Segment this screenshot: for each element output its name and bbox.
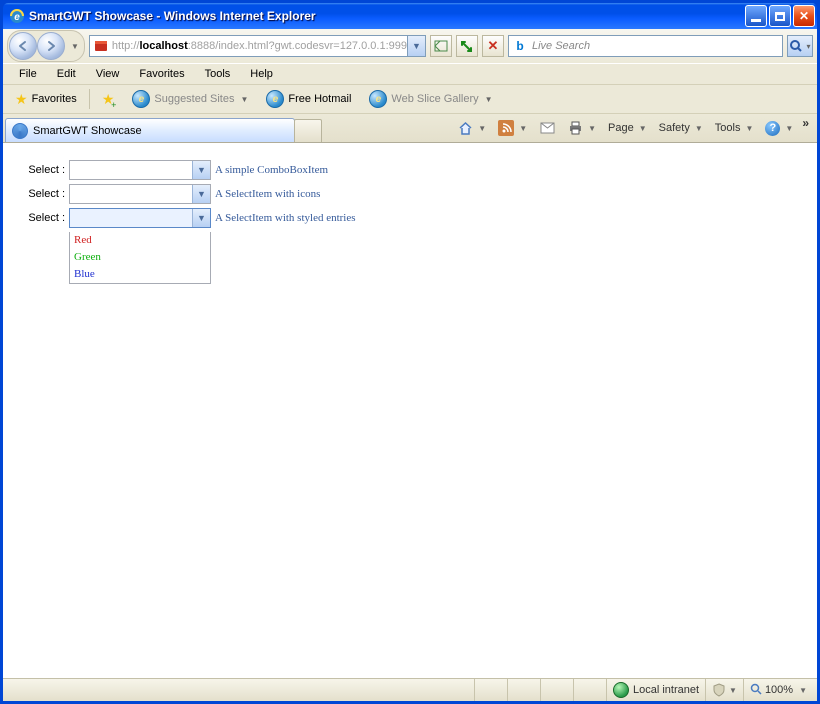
back-button[interactable] bbox=[9, 32, 37, 60]
close-button[interactable]: ✕ bbox=[793, 5, 815, 27]
globe-icon bbox=[613, 682, 629, 698]
menu-favorites[interactable]: Favorites bbox=[129, 66, 194, 82]
search-bar[interactable]: b Live Search bbox=[508, 35, 783, 57]
menu-bar: File Edit View Favorites Tools Help bbox=[3, 63, 817, 85]
option-green[interactable]: Green bbox=[70, 249, 210, 266]
status-bar: Local intranet ▼ 100% ▼ bbox=[3, 678, 817, 701]
select-2[interactable]: ▼ bbox=[69, 184, 211, 204]
nav-history-dropdown[interactable]: ▼ bbox=[67, 42, 83, 51]
field-label-3: Select : bbox=[15, 212, 69, 224]
magnifier-icon bbox=[750, 683, 762, 698]
stop-button[interactable]: ✕ bbox=[482, 35, 504, 57]
rss-icon bbox=[498, 120, 514, 136]
feeds-button[interactable]: ▼ bbox=[495, 120, 530, 136]
select-3[interactable]: ▼ bbox=[69, 208, 211, 228]
print-button[interactable]: ▼ bbox=[564, 120, 599, 136]
safety-menu[interactable]: Safety▼ bbox=[656, 122, 706, 134]
address-dropdown[interactable]: ▼ bbox=[407, 36, 425, 56]
field-desc-2: A SelectItem with icons bbox=[215, 188, 320, 200]
new-tab-button[interactable] bbox=[294, 119, 322, 142]
search-button[interactable]: ▾ bbox=[787, 35, 813, 57]
home-button[interactable]: ▼ bbox=[454, 120, 489, 136]
ie-page-icon: e bbox=[266, 90, 284, 108]
favorites-bar: ★ Favorites ★+ e Suggested Sites ▼ e Fre… bbox=[3, 85, 817, 114]
zoom-control[interactable]: 100% ▼ bbox=[743, 679, 813, 701]
print-icon bbox=[567, 120, 583, 136]
protected-mode-button[interactable]: ▼ bbox=[705, 679, 743, 701]
star-icon: ★ bbox=[15, 91, 28, 108]
add-favorite-button[interactable]: ★+ bbox=[96, 88, 121, 110]
chevron-down-icon: ▼ bbox=[192, 209, 210, 227]
refresh-button[interactable] bbox=[456, 35, 478, 57]
chevron-down-icon: ▼ bbox=[192, 161, 210, 179]
navigation-toolbar: ▼ http://localhost:8888/index.html?gwt.c… bbox=[3, 29, 817, 63]
combobox-1[interactable]: ▼ bbox=[69, 160, 211, 180]
security-zone[interactable]: Local intranet bbox=[606, 679, 705, 701]
browser-window: e SmartGWT Showcase - Windows Internet E… bbox=[0, 0, 820, 704]
search-placeholder: Live Search bbox=[531, 40, 782, 52]
tab-active[interactable]: SmartGWT Showcase bbox=[5, 118, 295, 142]
select-3-dropdown: Red Green Blue bbox=[69, 232, 211, 284]
field-label-2: Select : bbox=[15, 188, 69, 200]
toolbar-overflow[interactable]: » bbox=[802, 116, 809, 130]
help-button[interactable]: ?▼ bbox=[762, 121, 796, 136]
mail-icon bbox=[539, 120, 555, 136]
read-mail-button[interactable] bbox=[536, 120, 558, 136]
minimize-button[interactable] bbox=[745, 5, 767, 27]
title-bar: e SmartGWT Showcase - Windows Internet E… bbox=[3, 3, 817, 29]
field-label-1: Select : bbox=[15, 164, 69, 176]
address-text: http://localhost:8888/index.html?gwt.cod… bbox=[112, 40, 407, 52]
favorites-button[interactable]: ★ Favorites bbox=[9, 88, 83, 110]
ie-icon: e bbox=[9, 8, 25, 24]
forward-button[interactable] bbox=[37, 32, 65, 60]
field-desc-1: A simple ComboBoxItem bbox=[215, 164, 328, 176]
free-hotmail-link[interactable]: e Free Hotmail bbox=[260, 88, 357, 110]
tools-menu[interactable]: Tools▼ bbox=[712, 122, 757, 134]
shield-icon bbox=[712, 683, 726, 697]
ie-page-icon: e bbox=[369, 90, 387, 108]
maximize-button[interactable] bbox=[769, 5, 791, 27]
window-title: SmartGWT Showcase - Windows Internet Exp… bbox=[29, 9, 316, 23]
menu-help[interactable]: Help bbox=[240, 66, 283, 82]
menu-view[interactable]: View bbox=[86, 66, 130, 82]
page-content: Select : ▼ A simple ComboBoxItem Select … bbox=[3, 143, 817, 678]
site-icon bbox=[93, 38, 109, 54]
tab-title: SmartGWT Showcase bbox=[33, 125, 142, 137]
bing-icon: b bbox=[512, 38, 528, 54]
tab-bar: SmartGWT Showcase ▼ ▼ ▼ Page▼ Safety▼ To… bbox=[3, 114, 817, 143]
option-blue[interactable]: Blue bbox=[70, 266, 210, 283]
address-bar[interactable]: http://localhost:8888/index.html?gwt.cod… bbox=[89, 35, 426, 57]
home-icon bbox=[457, 120, 473, 136]
chevron-down-icon: ▼ bbox=[192, 185, 210, 203]
svg-text:e: e bbox=[14, 12, 20, 23]
menu-tools[interactable]: Tools bbox=[195, 66, 241, 82]
web-slice-gallery-link[interactable]: e Web Slice Gallery ▼ bbox=[363, 88, 498, 110]
compat-view-button[interactable] bbox=[430, 35, 452, 57]
help-icon: ? bbox=[765, 121, 780, 136]
star-add-icon: ★+ bbox=[102, 91, 115, 108]
option-red[interactable]: Red bbox=[70, 232, 210, 249]
ie-page-icon: e bbox=[132, 90, 150, 108]
suggested-sites-link[interactable]: e Suggested Sites ▼ bbox=[126, 88, 254, 110]
menu-edit[interactable]: Edit bbox=[47, 66, 86, 82]
page-menu[interactable]: Page▼ bbox=[605, 122, 650, 134]
field-desc-3: A SelectItem with styled entries bbox=[215, 212, 356, 224]
page-icon bbox=[12, 123, 28, 139]
menu-file[interactable]: File bbox=[9, 66, 47, 82]
